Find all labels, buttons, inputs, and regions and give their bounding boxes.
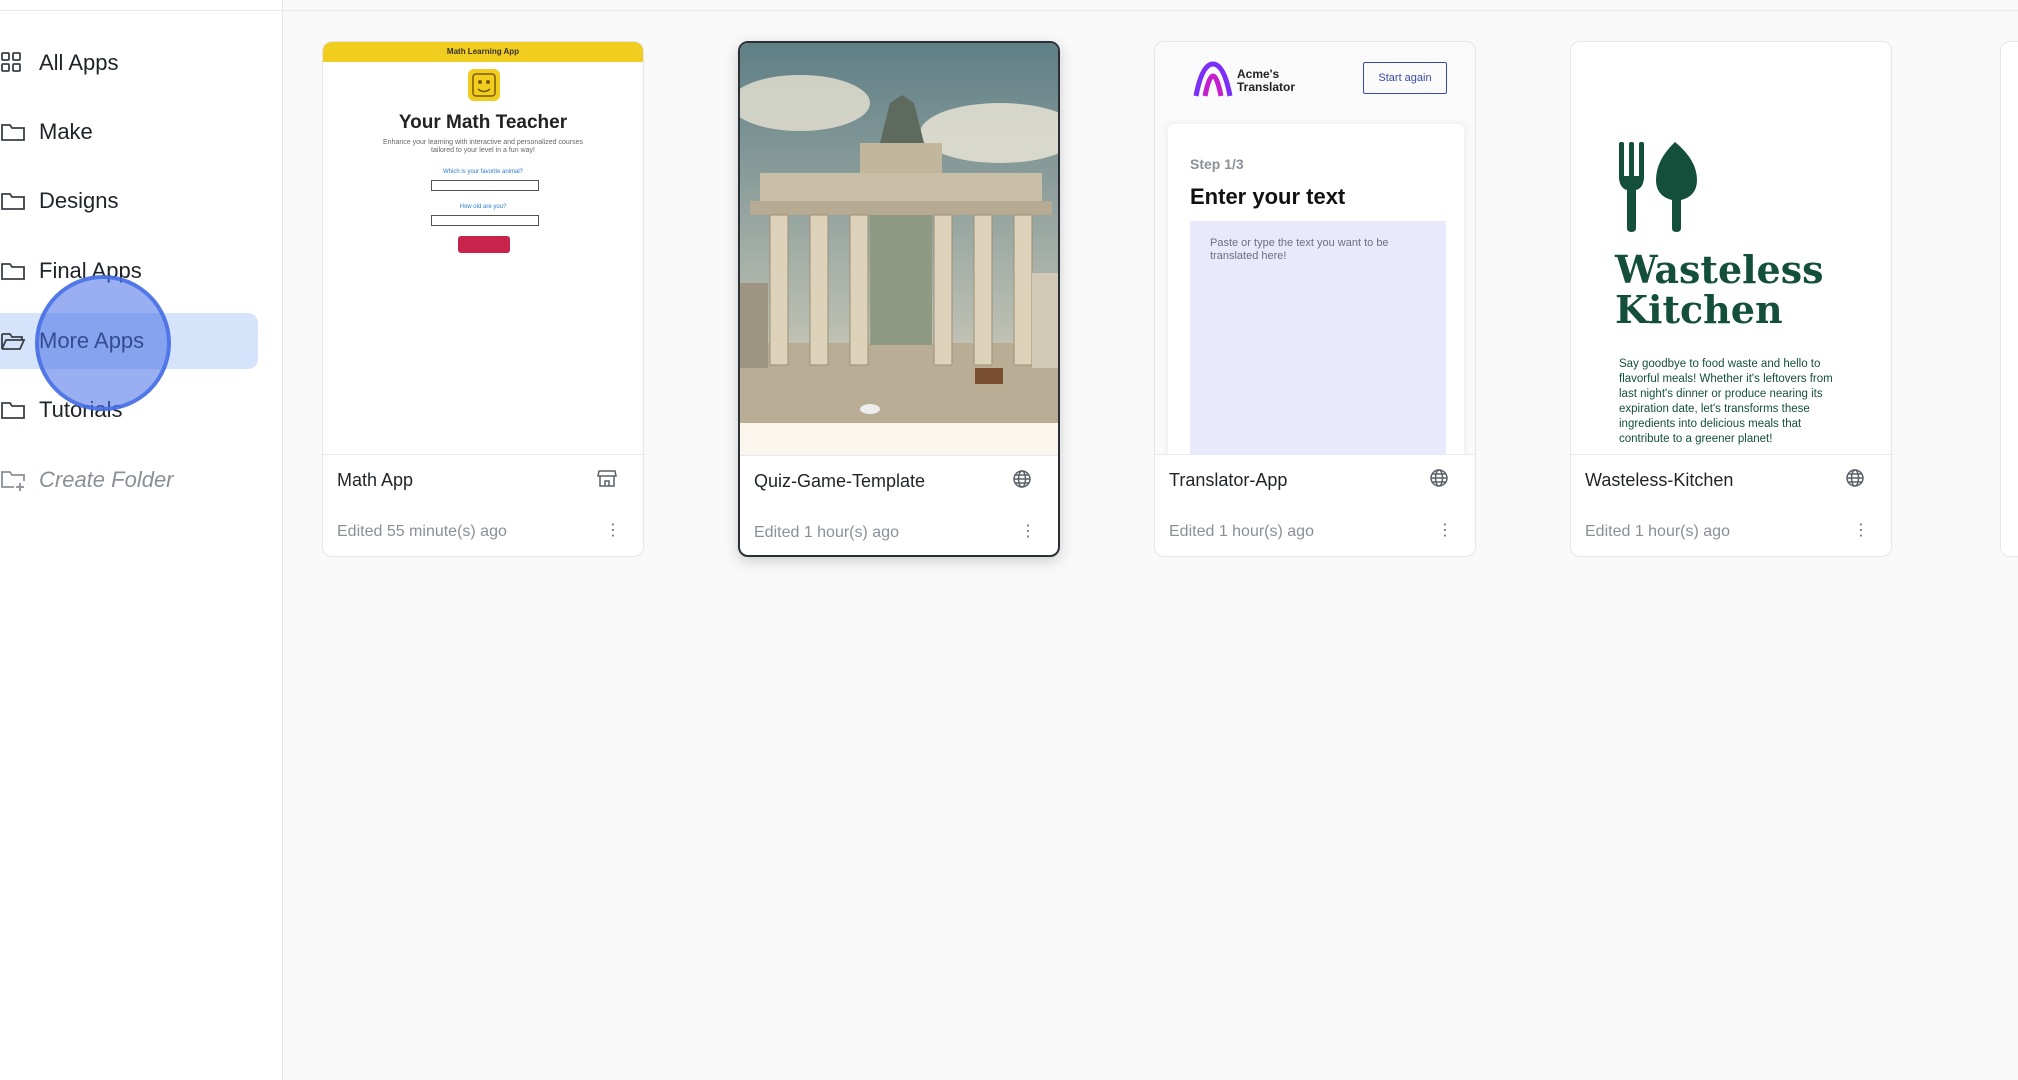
app-title: Quiz-Game-Template [754, 471, 926, 491]
preview-input [431, 180, 539, 191]
folder-icon [0, 187, 28, 215]
preview-textarea: Paste or type the text you want to be tr… [1190, 221, 1446, 454]
folder-icon [0, 257, 28, 285]
sidebar-item-label: Designs [39, 188, 119, 213]
preview-start-again-button: Start again [1363, 62, 1447, 94]
preview-logo-icon [468, 69, 500, 101]
more-options-icon[interactable]: ⋮ [1437, 523, 1453, 541]
divider [0, 10, 282, 11]
app-title: Wasteless-Kitchen [1585, 470, 1734, 490]
create-folder-button[interactable]: Create Folder [0, 452, 258, 508]
app-preview [740, 43, 1058, 456]
more-options-icon[interactable]: ⋮ [605, 523, 621, 541]
preview-question: How old are you? [459, 204, 507, 210]
sidebar-item-label: More Apps [39, 328, 145, 353]
sidebar-item-label: All Apps [39, 50, 119, 75]
divider [283, 10, 2018, 11]
sidebar-item-label: Create Folder [39, 467, 174, 492]
globe-icon [1845, 468, 1865, 488]
fork-leaf-logo-icon [1615, 140, 1705, 232]
sidebar-item-make[interactable]: Make [0, 104, 258, 160]
sidebar-item-final-apps[interactable]: Final Apps [0, 243, 258, 299]
app-title: Math App [337, 470, 414, 490]
app-card-wasteless-kitchen[interactable]: Wasteless Kitchen Say goodbye to food wa… [1570, 41, 1892, 557]
globe-icon [1429, 468, 1449, 488]
edited-timestamp: Edited 1 hour(s) ago [1585, 523, 1730, 540]
more-options-icon[interactable]: ⋮ [1853, 523, 1869, 541]
preview-step: Step 1/3 [1190, 156, 1244, 172]
preview-header: Math Learning App [323, 42, 643, 62]
globe-icon [1012, 469, 1032, 489]
preview-subtitle: Enhance your learning with interactive a… [382, 139, 583, 154]
edited-timestamp: Edited 55 minute(s) ago [337, 523, 507, 540]
preview-heading: Wasteless Kitchen [1615, 247, 1824, 332]
app-card-partial[interactable] [2000, 41, 2018, 557]
preview-input [431, 215, 539, 226]
preview-panel: Step 1/3 Enter your text Paste or type t… [1168, 124, 1464, 454]
preview-heading: Enter your text [1190, 184, 1346, 209]
store-icon [597, 468, 617, 488]
preview-question: Which is your favorite animal? [442, 169, 524, 175]
sidebar-item-label: Make [39, 119, 93, 144]
more-options-icon[interactable]: ⋮ [1020, 524, 1036, 542]
preview-button [458, 236, 510, 253]
folder-icon [0, 396, 28, 424]
preview-body: Say goodbye to food waste and hello to f… [1619, 358, 1833, 445]
preview-heading: Your Math Teacher [398, 112, 568, 133]
app-grid: Math Learning App Your Math Teacher Enha… [283, 0, 2018, 1080]
preview-placeholder: Paste or type the text you want to be tr… [1210, 237, 1389, 262]
folder-plus-icon [0, 466, 28, 494]
sidebar-item-tutorials[interactable]: Tutorials [0, 382, 258, 438]
app-title: Translator-App [1169, 470, 1288, 490]
app-card-quiz-game-template[interactable]: Quiz-Game-Template Edited 1 hour(s) ago … [738, 41, 1060, 557]
sidebar-item-more-apps[interactable]: More Apps [0, 313, 258, 369]
app-preview: Math Learning App Your Math Teacher Enha… [323, 42, 643, 455]
preview-brand: Acme's Translator [1237, 67, 1296, 94]
sidebar-item-designs[interactable]: Designs [0, 173, 258, 229]
sidebar-item-all-apps[interactable]: All Apps [0, 35, 258, 91]
app-card-math-app[interactable]: Math Learning App Your Math Teacher Enha… [322, 41, 644, 557]
sidebar: All Apps Make Designs Final Apps More Ap… [0, 0, 283, 1080]
acme-logo-icon [1193, 60, 1233, 98]
grid-icon [0, 49, 28, 77]
city-gate-photo [740, 43, 1058, 423]
edited-timestamp: Edited 1 hour(s) ago [1169, 523, 1314, 540]
app-preview: Wasteless Kitchen Say goodbye to food wa… [1571, 42, 1891, 455]
edited-timestamp: Edited 1 hour(s) ago [754, 524, 899, 541]
folder-open-icon [0, 327, 28, 355]
sidebar-item-label: Final Apps [39, 258, 142, 283]
app-card-translator-app[interactable]: Acme's Translator Start again Step 1/3 E… [1154, 41, 1476, 557]
folder-icon [0, 118, 28, 146]
sidebar-item-label: Tutorials [39, 397, 123, 422]
app-preview: Acme's Translator Start again Step 1/3 E… [1155, 42, 1475, 455]
